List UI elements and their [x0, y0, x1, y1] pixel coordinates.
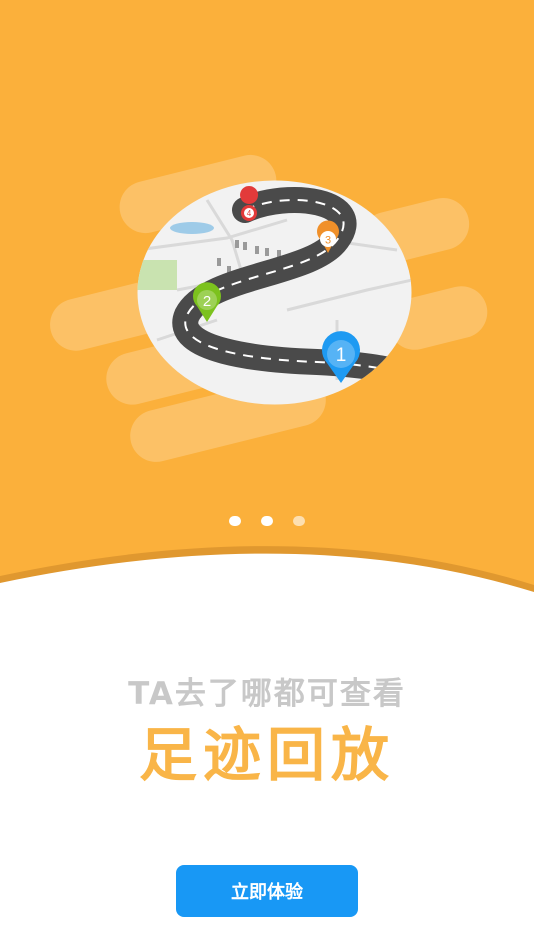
- onboarding-title: 足迹回放: [138, 721, 395, 789]
- page-indicator-dot[interactable]: [293, 516, 305, 526]
- svg-text:2: 2: [203, 293, 211, 310]
- svg-text:1: 1: [336, 345, 347, 366]
- winding-road-map-icon: 4 3 2 1: [137, 180, 412, 405]
- svg-text:4: 4: [247, 209, 252, 218]
- page-indicator-dot[interactable]: [261, 516, 273, 526]
- onboarding-screen: 4 3 2 1 TA去了哪都可查看 足迹回放 立即体验: [0, 0, 534, 950]
- svg-text:3: 3: [325, 235, 331, 247]
- onboarding-subtitle: TA去了哪都可查看: [128, 676, 406, 712]
- page-indicator: [0, 516, 534, 530]
- try-now-button[interactable]: 立即体验: [176, 865, 358, 917]
- page-indicator-dot[interactable]: [229, 516, 241, 526]
